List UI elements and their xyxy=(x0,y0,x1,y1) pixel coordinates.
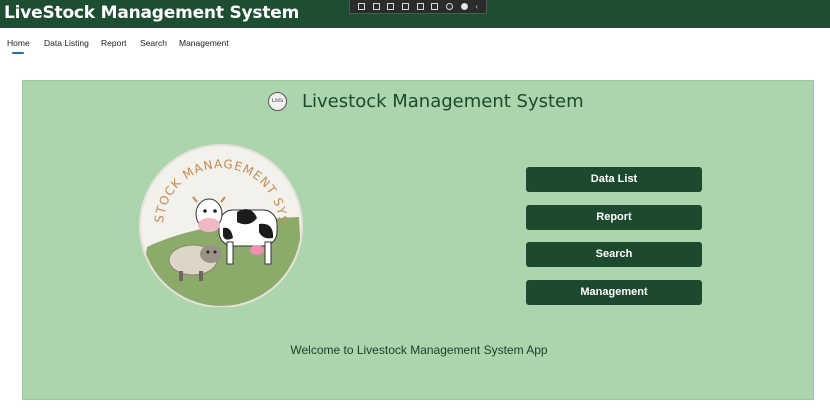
welcome-message: Welcome to Livestock Management System A… xyxy=(290,343,548,357)
title-bar: LiveStock Management System ‹ xyxy=(0,0,830,28)
report-button[interactable]: Report xyxy=(526,205,702,230)
pointer-icon[interactable] xyxy=(387,3,395,10)
network-icon[interactable] xyxy=(416,3,424,10)
data-list-button[interactable]: Data List xyxy=(526,167,702,192)
debug-icon[interactable] xyxy=(431,3,439,10)
home-panel: LMS Livestock Management System LIVESTOC… xyxy=(22,80,814,400)
inspect-icon[interactable] xyxy=(357,3,365,10)
search-button[interactable]: Search xyxy=(526,242,702,267)
nav-data-listing[interactable]: Data Listing xyxy=(44,38,89,48)
livestock-illustration: LIVESTOCK MANAGEMENT SYSTEM xyxy=(139,142,303,307)
active-tab-indicator xyxy=(12,52,24,54)
accessibility-icon[interactable] xyxy=(446,3,454,10)
developer-toolbar: ‹ xyxy=(349,0,487,14)
app-logo: LMS xyxy=(268,92,287,111)
app-title: LiveStock Management System xyxy=(4,3,300,23)
management-button[interactable]: Management xyxy=(526,280,702,305)
chevron-left-icon[interactable]: ‹ xyxy=(475,2,478,11)
frame-icon[interactable] xyxy=(401,3,409,10)
check-icon[interactable] xyxy=(460,3,468,10)
nav-search[interactable]: Search xyxy=(140,38,167,48)
page-title: Livestock Management System xyxy=(302,91,584,112)
top-navigation: Home Data Listing Report Search Manageme… xyxy=(0,28,830,58)
video-icon[interactable] xyxy=(372,3,380,10)
nav-home[interactable]: Home xyxy=(7,38,30,48)
nav-report[interactable]: Report xyxy=(101,38,127,48)
nav-management[interactable]: Management xyxy=(179,38,229,48)
